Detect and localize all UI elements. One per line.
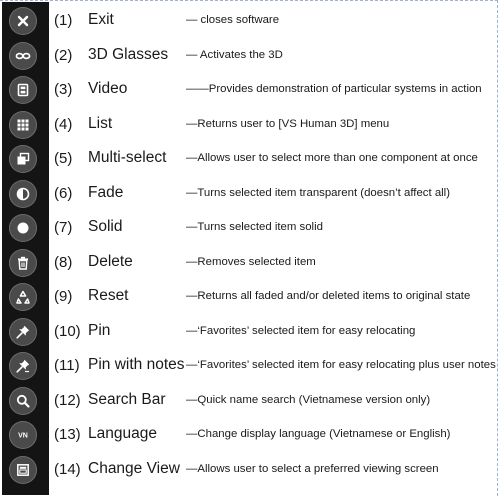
video-button[interactable] — [9, 76, 37, 104]
multi-select-button[interactable] — [9, 145, 37, 173]
item-description: —Turns selected item transparent (doesn’… — [186, 186, 451, 199]
item-name: Solid — [88, 218, 123, 235]
item-name: Exit — [88, 11, 114, 28]
view-screen-icon — [17, 463, 29, 476]
language-button[interactable]: VN — [9, 421, 37, 449]
legend-row-exit: (1) Exit — closes software — [0, 4, 499, 39]
legend-row-3d-glasses: (2) 3D Glasses — Activates the 3D — [0, 39, 499, 74]
pin-icon — [16, 325, 30, 339]
3d-glasses-button[interactable] — [9, 41, 37, 70]
item-number: (7) — [54, 219, 73, 236]
item-description: — closes software — [186, 14, 280, 26]
glasses-icon — [15, 52, 31, 59]
item-description: —Allows user to select a preferred viewi… — [186, 462, 439, 475]
item-name: Language — [88, 425, 157, 442]
item-number: (8) — [54, 253, 73, 271]
item-number: (3) — [54, 81, 73, 98]
search-icon — [16, 394, 30, 408]
list-button[interactable] — [9, 110, 37, 139]
item-name: Fade — [88, 183, 124, 201]
solid-button[interactable] — [9, 214, 37, 242]
item-description: —Allows user to select more than one com… — [186, 152, 478, 164]
legend-row-reset: (9) Reset —Returns all faded and/or dele… — [0, 280, 499, 315]
item-name: Search Bar — [88, 390, 166, 408]
film-icon — [17, 83, 29, 97]
pin-button[interactable] — [9, 317, 37, 346]
legend-row-language: VN (13) Language —Change display languag… — [0, 418, 499, 453]
reset-button[interactable] — [9, 283, 37, 311]
item-number: (10) — [54, 322, 81, 340]
item-description: —Returns user to [VS Human 3D] menu — [186, 117, 390, 130]
item-number: (13) — [54, 426, 81, 443]
grid-icon — [17, 119, 29, 130]
close-icon — [17, 15, 29, 27]
item-number: (2) — [54, 46, 73, 64]
item-description: —‘Favorites’ selected item for easy relo… — [186, 324, 416, 337]
change-view-button[interactable] — [9, 455, 37, 484]
legend-row-change-view: (14) Change View —Allows user to select … — [0, 453, 499, 488]
legend-row-video: (3) Video ——Provides demonstration of pa… — [0, 73, 499, 108]
item-description: ——Provides demonstration of particular s… — [186, 83, 482, 95]
item-description: —‘Favorites’ selected item for easy relo… — [186, 359, 496, 371]
item-description: —Change display language (Vietnamese or … — [186, 428, 451, 440]
delete-button[interactable] — [9, 248, 37, 277]
search-button[interactable] — [9, 386, 37, 415]
pin-notes-icon — [16, 359, 30, 373]
solid-circle-icon — [17, 222, 29, 234]
pin-with-notes-button[interactable] — [9, 352, 37, 380]
item-name: Delete — [88, 252, 133, 270]
legend-row-fade: (6) Fade —Turns selected item transparen… — [0, 177, 499, 212]
svg-text:VN: VN — [18, 433, 28, 440]
item-name: Multi-select — [88, 149, 167, 166]
exit-button[interactable] — [9, 7, 37, 35]
item-name: 3D Glasses — [88, 45, 169, 63]
item-name: Pin — [88, 321, 111, 339]
item-description: —Quick name search (Vietnamese version o… — [186, 393, 431, 406]
item-name: List — [88, 114, 113, 132]
item-number: (11) — [54, 357, 80, 374]
legend-row-pin-with-notes: (11) Pin with notes —‘Favorites’ selecte… — [0, 349, 499, 384]
legend-row-solid: (7) Solid —Turns selected item solid — [0, 211, 499, 246]
item-number: (4) — [54, 115, 73, 133]
legend-row-search-bar: (12) Search Bar —Quick name search (Viet… — [0, 384, 499, 419]
item-name: Pin with notes — [88, 356, 185, 373]
item-name: Reset — [88, 287, 129, 304]
trash-icon — [18, 256, 28, 270]
item-name: Change View — [88, 459, 180, 477]
item-description: —Turns selected item solid — [186, 221, 323, 233]
stacked-squares-icon — [17, 152, 30, 165]
item-number: (14) — [54, 460, 81, 478]
item-name: Video — [88, 80, 128, 97]
fade-button[interactable] — [9, 179, 37, 208]
legend-row-list: (4) List —Returns user to [VS Human 3D] … — [0, 108, 499, 143]
item-number: (9) — [54, 288, 73, 305]
legend-row-multi-select: (5) Multi-select —Allows user to select … — [0, 142, 499, 177]
item-description: — Activates the 3D — [186, 48, 283, 61]
item-number: (5) — [54, 150, 73, 167]
legend-row-delete: (8) Delete —Removes selected item — [0, 246, 499, 281]
item-description: —Returns all faded and/or deleted items … — [186, 290, 471, 302]
item-number: (12) — [54, 391, 81, 409]
legend-row-pin: (10) Pin —‘Favorites’ selected item for … — [0, 315, 499, 350]
half-circle-icon — [16, 187, 30, 200]
item-description: —Removes selected item — [186, 255, 316, 268]
recycle-icon — [16, 290, 30, 304]
vn-language-icon: VN — [18, 433, 28, 440]
item-number: (6) — [54, 184, 73, 202]
item-number: (1) — [54, 12, 73, 29]
